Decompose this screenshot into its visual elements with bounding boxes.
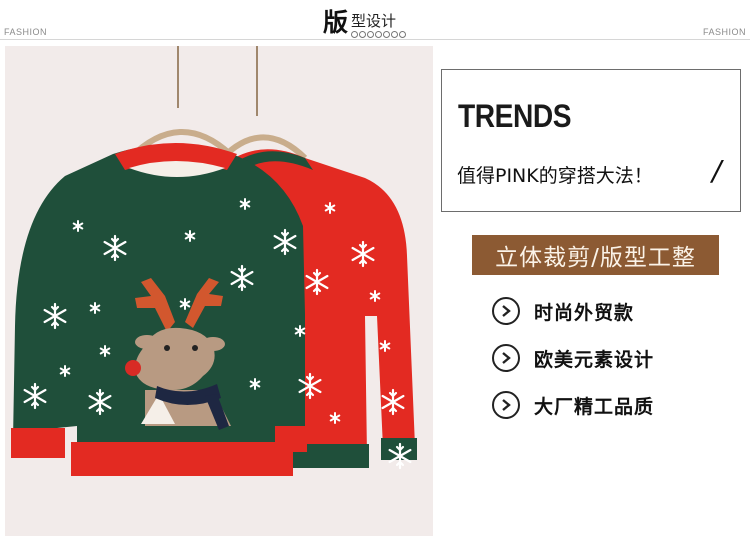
title-dots-decoration <box>351 31 407 38</box>
chevron-right-circle-icon <box>492 297 520 325</box>
product-photo <box>5 46 433 536</box>
feature-label: 时尚外贸款 <box>534 301 635 324</box>
section-title-main: 版 <box>323 8 349 37</box>
slash-decoration: / <box>712 154 722 187</box>
header-divider <box>0 39 750 40</box>
feature-banner: 立体裁剪/版型工整 <box>472 235 719 275</box>
feature-banner-text: 立体裁剪/版型工整 <box>495 245 696 271</box>
feature-label: 大厂精工品质 <box>534 395 655 418</box>
trends-subtitle: 值得PINK的穿搭大法！ <box>457 165 653 187</box>
feature-item: 时尚外贸款 <box>492 296 634 326</box>
feature-label: 欧美元素设计 <box>534 348 655 371</box>
chevron-right-circle-icon <box>492 344 520 372</box>
section-title: 版 型设计 <box>323 4 407 38</box>
section-title-rest: 型设计 <box>351 12 397 30</box>
green-sweater <box>11 143 322 476</box>
feature-item: 大厂精工品质 <box>492 390 654 420</box>
trends-box: TRENDS 值得PINK的穿搭大法！ / <box>441 69 741 212</box>
feature-item: 欧美元素设计 <box>492 343 654 373</box>
trends-title: TRENDS <box>458 98 572 134</box>
chevron-right-circle-icon <box>492 391 520 419</box>
fashion-label-right: FASHION <box>702 27 746 37</box>
fashion-label-left: FASHION <box>4 27 48 37</box>
